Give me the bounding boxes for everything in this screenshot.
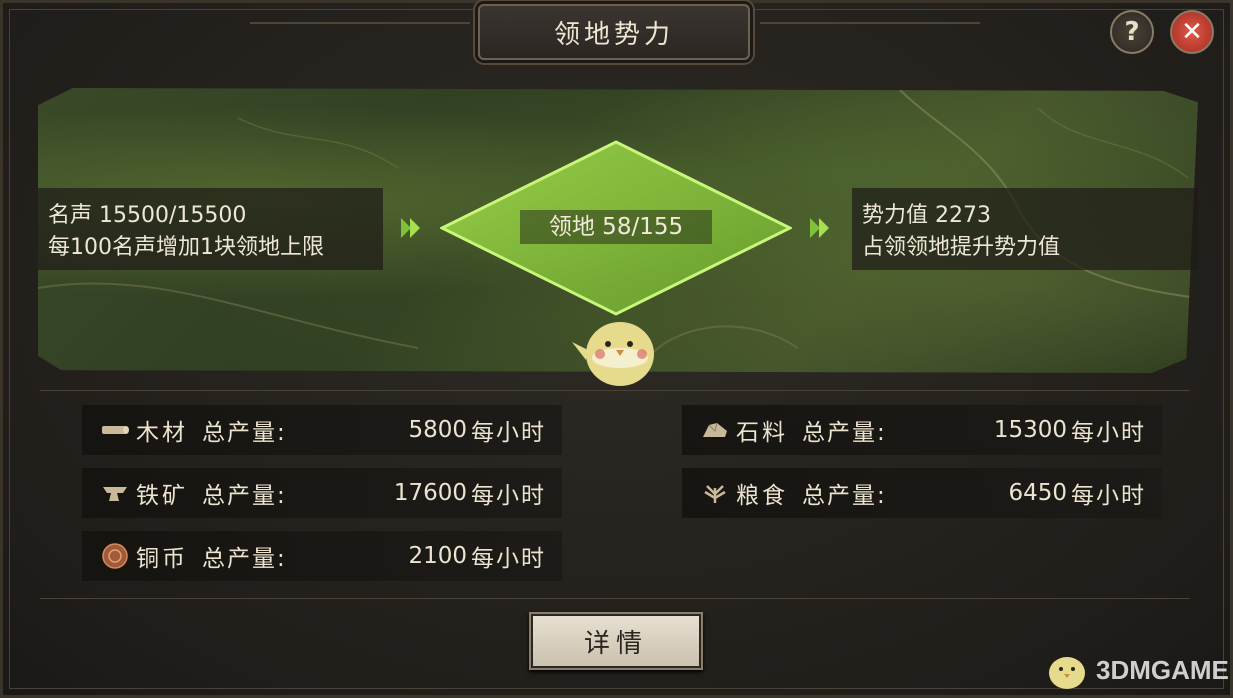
iron-icon <box>100 480 130 506</box>
section-divider <box>40 598 1190 599</box>
resource-row-copper: 铜币 总产量: 2100 每小时 <box>82 531 562 581</box>
title-plate: 领地势力 <box>478 4 750 60</box>
resource-row-stone: 石料 总产量: 15300 每小时 <box>682 405 1162 455</box>
question-icon: ? <box>1124 17 1140 47</box>
resource-unit: 每小时 <box>1071 420 1146 446</box>
dialog-title: 领地势力 <box>553 19 674 50</box>
resource-total-label: 总产量: <box>202 483 287 509</box>
resource-name: 粮食 <box>736 483 788 509</box>
resource-total-label: 总产量: <box>802 420 887 446</box>
resource-value: 17600 <box>393 480 467 506</box>
fame-value: 名声 15500/15500 <box>48 203 247 228</box>
resource-row-iron: 铁矿 总产量: 17600 每小时 <box>82 468 562 518</box>
watermark-text: 3DMGAME <box>1096 654 1229 685</box>
title-ornament-left <box>250 22 470 32</box>
resource-row-wood: 木材 总产量: 5800 每小时 <box>82 405 562 455</box>
resource-value: 15300 <box>993 417 1067 443</box>
resource-unit: 每小时 <box>1071 483 1146 509</box>
details-button[interactable]: 详情 <box>529 612 703 670</box>
arrow-right-icon <box>401 218 420 238</box>
resource-total-label: 总产量: <box>202 546 287 572</box>
close-button[interactable]: ✕ <box>1170 10 1214 54</box>
title-ornament-right <box>760 22 980 32</box>
resource-name: 木材 <box>136 420 188 446</box>
mascot-logo-icon <box>1049 657 1085 689</box>
resource-name: 石料 <box>736 420 788 446</box>
resource-total-label: 总产量: <box>202 420 287 446</box>
arrow-right-icon <box>810 218 829 238</box>
influence-value: 势力值 2273 <box>862 203 991 228</box>
influence-panel: 势力值 2273 占领领地提升势力值 <box>852 188 1198 270</box>
section-divider <box>40 390 1190 391</box>
influence-description: 占领领地提升势力值 <box>862 235 1061 260</box>
stone-icon <box>700 417 730 443</box>
resource-name: 铁矿 <box>136 483 188 509</box>
mascot-icon <box>572 322 654 386</box>
copper-coin-icon <box>100 543 130 569</box>
resource-name: 铜币 <box>136 546 188 572</box>
help-button[interactable]: ? <box>1110 10 1154 54</box>
grain-icon <box>700 480 730 506</box>
resource-value: 2100 <box>408 543 467 569</box>
watermark-logo: 3DMGAME <box>1042 650 1229 690</box>
resource-unit: 每小时 <box>471 483 546 509</box>
resource-unit: 每小时 <box>471 546 546 572</box>
close-icon: ✕ <box>1181 17 1203 47</box>
resource-unit: 每小时 <box>471 420 546 446</box>
fame-panel: 名声 15500/15500 每100名声增加1块领地上限 <box>38 188 383 270</box>
resource-total-label: 总产量: <box>802 483 887 509</box>
wood-icon <box>100 417 130 443</box>
resource-value: 5800 <box>408 417 467 443</box>
territory-count: 领地 58/155 <box>520 210 712 244</box>
resource-value: 6450 <box>1008 480 1067 506</box>
fame-description: 每100名声增加1块领地上限 <box>48 235 324 260</box>
resource-row-grain: 粮食 总产量: 6450 每小时 <box>682 468 1162 518</box>
